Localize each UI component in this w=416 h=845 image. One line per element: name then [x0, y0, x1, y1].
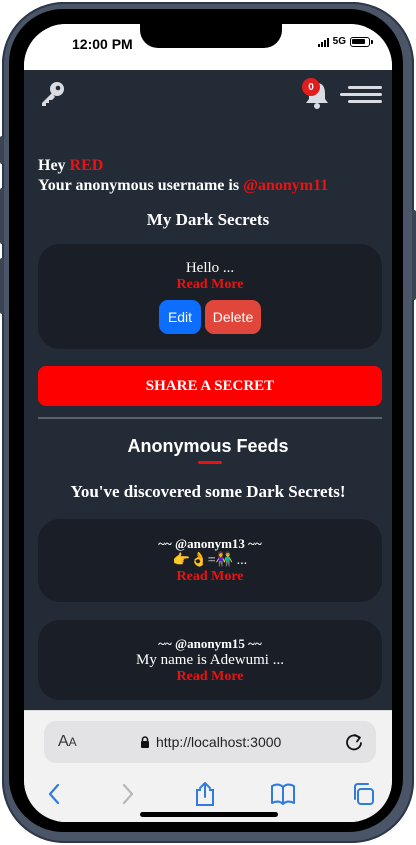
reload-icon[interactable] [344, 732, 364, 752]
network-label: 5G [332, 36, 346, 47]
volume-down-button [0, 258, 4, 314]
forward-icon[interactable] [114, 781, 140, 807]
feeds-title-underline [198, 461, 222, 464]
delete-button[interactable]: Delete [205, 300, 261, 334]
text-size-button[interactable]: AA [58, 733, 77, 751]
signal-icon [317, 37, 329, 47]
greeting: Hey RED Your anonymous username is @anon… [38, 156, 328, 196]
share-icon[interactable] [192, 781, 218, 807]
discovered-text: You've discovered some Dark Secrets! [70, 482, 346, 501]
silent-switch [0, 136, 4, 164]
status-bar: 12:00 PM 5G [24, 24, 392, 70]
url-text: http://localhost:3000 [156, 734, 282, 750]
greeting-line: Hey RED [38, 157, 104, 174]
feed-text: My name is Adewumi ... [136, 652, 284, 668]
notch [140, 24, 282, 48]
feed-username: ~~ @anonym13 ~~ [158, 536, 262, 551]
anon-username-line: Your anonymous username is @anonym11 [38, 177, 329, 194]
notification-badge: 0 [302, 78, 320, 96]
power-button [412, 210, 416, 300]
top-nav: 0 [24, 70, 392, 116]
read-more-link[interactable]: Read More [38, 277, 382, 293]
user-name: RED [69, 157, 104, 174]
secret-text: Hello ... [185, 260, 235, 276]
share-secret-button[interactable]: SHARE A SECRET [38, 366, 382, 406]
anon-username: @anonym11 [243, 177, 329, 194]
hamburger-menu-icon[interactable] [340, 84, 382, 104]
address-bar[interactable]: AA http://localhost:3000 [44, 721, 376, 763]
feed-text: 👉👌=👫 ... [172, 553, 248, 568]
my-secret-card: Hello ... Read More Edit Delete [38, 244, 382, 349]
feeds-title: Anonymous Feeds [127, 436, 289, 456]
divider [38, 417, 382, 419]
tabs-icon[interactable] [350, 781, 376, 807]
key-icon[interactable] [38, 80, 66, 108]
status-time: 12:00 PM [72, 36, 133, 52]
secret-actions: Edit Delete [38, 300, 382, 334]
lock-icon [141, 736, 149, 748]
feed-card[interactable]: ~~ @anonym13 ~~ 👉👌=👫 ... Read More [38, 519, 382, 602]
status-indicators: 5G [317, 36, 373, 47]
phone-screen: 12:00 PM 5G 0 Hey RED Your anonymous use… [24, 24, 392, 822]
app-content: 0 Hey RED Your anonymous username is @an… [24, 70, 392, 710]
my-secrets-title: My Dark Secrets [146, 210, 270, 229]
read-more-link[interactable]: Read More [38, 569, 382, 585]
feed-card[interactable]: ~~ @anonym15 ~~ My name is Adewumi ... R… [38, 620, 382, 700]
bookmarks-icon[interactable] [270, 781, 296, 807]
feed-username: ~~ @anonym15 ~~ [158, 636, 262, 651]
back-icon[interactable] [42, 781, 68, 807]
home-indicator [140, 812, 278, 817]
read-more-link[interactable]: Read More [38, 669, 382, 685]
edit-button[interactable]: Edit [159, 300, 201, 334]
browser-toolbar: AA http://localhost:3000 [24, 710, 392, 822]
volume-up-button [0, 188, 4, 244]
battery-icon [350, 36, 373, 47]
